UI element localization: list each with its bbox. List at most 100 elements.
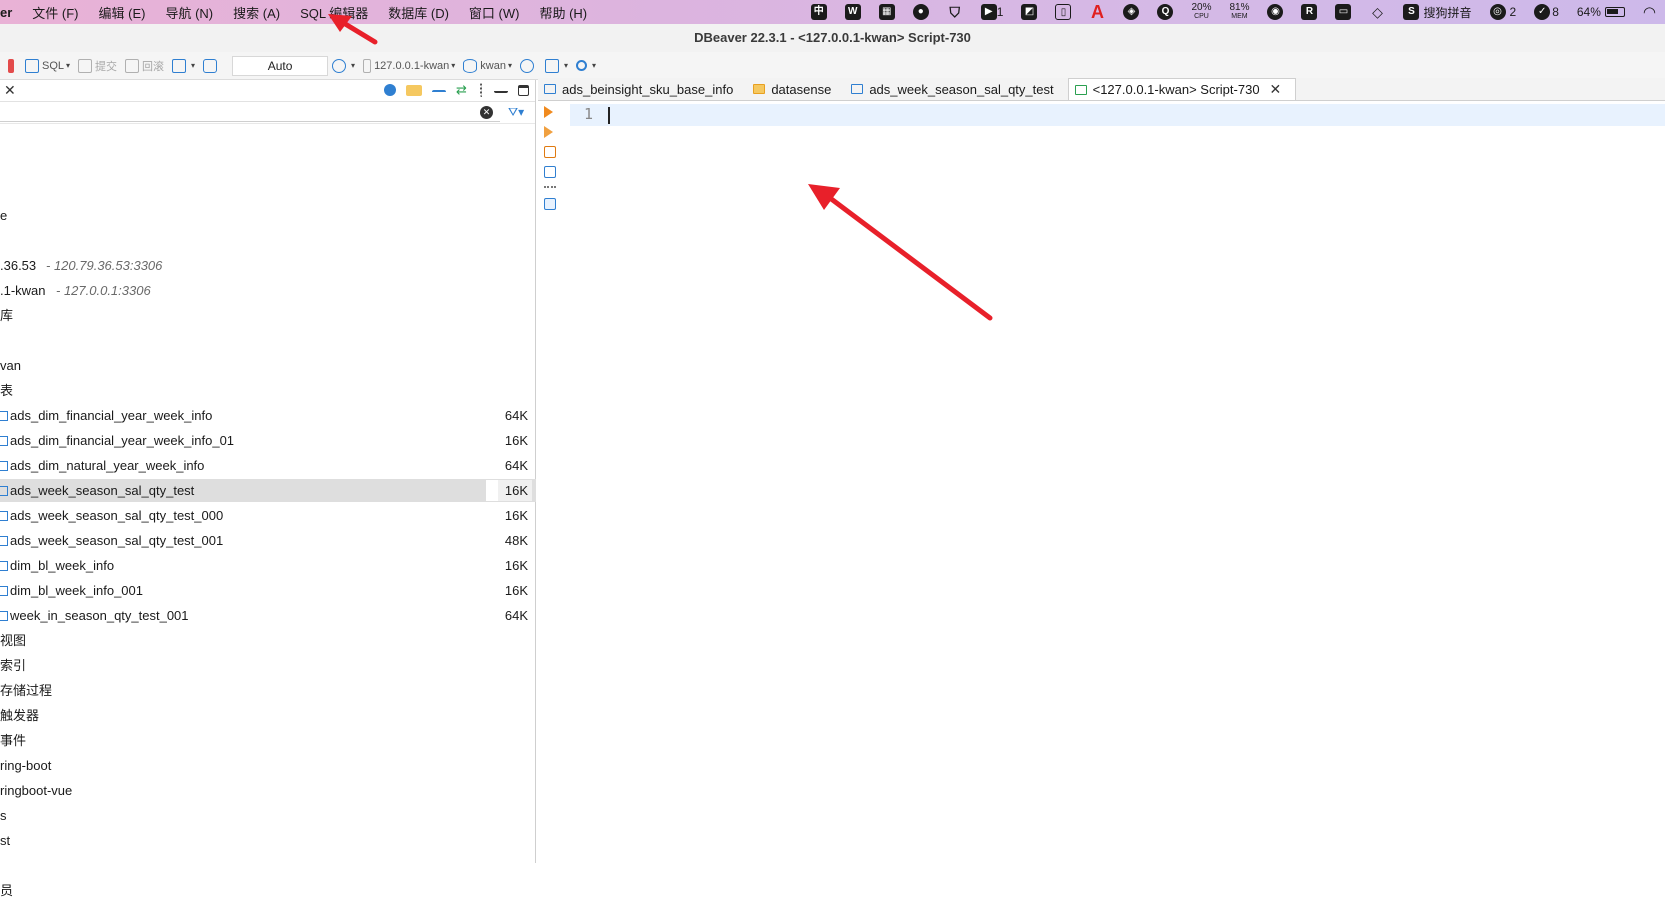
menu-sql-editor[interactable]: SQL 编辑器 (290, 3, 378, 22)
commit-button[interactable]: 提交 (78, 58, 117, 74)
search-app-icon[interactable]: Q (1157, 4, 1174, 20)
tree-item[interactable]: 事件 (0, 729, 536, 752)
terminal-icon[interactable] (544, 198, 556, 210)
lock-button[interactable] (203, 58, 220, 73)
tree-item[interactable]: e (0, 204, 536, 227)
wechat-icon[interactable]: ◎ 2 (1489, 4, 1516, 20)
layers-icon[interactable]: ◇ (1369, 4, 1385, 20)
table-row[interactable]: ads_dim_natural_year_week_info 64K (0, 454, 536, 477)
history-button[interactable]: ▾ (332, 58, 355, 73)
tasks-icon[interactable]: ✓ 8 (1534, 4, 1559, 20)
execute-script-file-icon[interactable] (544, 146, 556, 158)
filter-icon[interactable]: ⛛▾ (508, 105, 524, 120)
tree-item[interactable]: ring-boot (0, 754, 536, 777)
diagonal-app-icon[interactable]: ◩ (1021, 4, 1038, 20)
tab-ads-beinsight-sku-base-info[interactable]: ads_beinsight_sku_base_info (538, 78, 747, 100)
search-button[interactable]: ▾ (576, 60, 596, 71)
menu-window[interactable]: 窗口 (W) (459, 3, 530, 22)
wps-icon[interactable]: W (844, 4, 861, 20)
tree-item[interactable]: ringboot-vue (0, 779, 536, 802)
tab-datasense[interactable]: datasense (747, 78, 845, 100)
tree-item[interactable]: 表 (0, 379, 536, 402)
maximize-icon[interactable] (518, 84, 529, 96)
cpu-monitor[interactable]: 20% CPU (1191, 3, 1211, 21)
tree-item-label: ads_week_season_sal_qty_test (10, 483, 195, 498)
tree-item[interactable]: 触发器 (0, 704, 536, 727)
hat-icon[interactable]: ● (912, 4, 929, 20)
sql-tools-button[interactable]: ▾ (545, 58, 568, 73)
window-title: DBeaver 22.3.1 - <127.0.0.1-kwan> Script… (0, 24, 1665, 52)
navigator-filter-input[interactable] (0, 104, 500, 122)
tree-item[interactable] (0, 329, 536, 352)
database-selector[interactable]: kwan ▾ (463, 58, 512, 73)
app-status-icon-1[interactable]: 中 (810, 4, 827, 20)
tree-item[interactable] (0, 854, 536, 877)
connection-address: - 120.79.36.53:3306 (46, 258, 163, 273)
table-row[interactable]: ads_dim_financial_year_week_info 64K (0, 404, 536, 427)
tree-item[interactable]: .36.53 - 120.79.36.53:3306 (0, 254, 536, 277)
cube-icon[interactable]: ◈ (1123, 4, 1140, 20)
table-row[interactable]: ads_week_season_sal_qty_test 16K (0, 479, 536, 502)
network-monitor-icon[interactable]: ◉ (1267, 4, 1284, 20)
shield-icon[interactable]: ⛉ (947, 4, 963, 20)
new-folder-icon[interactable] (406, 84, 422, 96)
execute-statement-icon[interactable] (544, 106, 553, 118)
table-row[interactable]: ads_dim_financial_year_week_info_01 16K (0, 429, 536, 452)
minimize-icon[interactable] (494, 87, 508, 93)
tree-item[interactable]: 员 (0, 879, 536, 902)
transaction-mode-button[interactable]: ▾ (172, 58, 195, 73)
tab-script-730[interactable]: <127.0.0.1-kwan> Script-730 ✕ (1067, 78, 1297, 100)
menu-database[interactable]: 数据库 (D) (378, 3, 459, 22)
tree-item[interactable]: 视图 (0, 629, 536, 652)
menu-help[interactable]: 帮助 (H) (529, 3, 597, 22)
explain-plan-icon[interactable] (544, 166, 556, 178)
close-icon[interactable]: ✕ (4, 82, 16, 99)
table-row[interactable]: ads_week_season_sal_qty_test_001 48K (0, 529, 536, 552)
view-menu-icon[interactable] (480, 83, 484, 97)
battery-indicator[interactable]: 64% (1577, 5, 1625, 19)
close-tab-icon[interactable]: ✕ (1270, 81, 1282, 98)
tree-item[interactable]: st (0, 829, 536, 852)
tree-item[interactable]: s (0, 804, 536, 827)
table-row[interactable]: ads_week_season_sal_qty_test_000 16K (0, 504, 536, 527)
connection-selector[interactable]: 127.0.0.1-kwan ▾ (363, 58, 455, 73)
tree-item[interactable]: 库 (0, 304, 536, 327)
r-app-icon[interactable]: R (1301, 4, 1318, 20)
tab-ads-week-season-sal-qty-test[interactable]: ads_week_season_sal_qty_test (845, 78, 1067, 100)
menu-search[interactable]: 搜索 (A) (223, 3, 290, 22)
clear-filter-icon[interactable]: ✕ (480, 106, 493, 119)
disconnect-button[interactable] (8, 58, 17, 73)
editor-tabs: ads_beinsight_sku_base_info datasense ad… (538, 78, 1665, 101)
document-app-icon[interactable]: ▯ (1055, 4, 1072, 20)
app-menu[interactable]: er (0, 5, 22, 20)
menu-navigate[interactable]: 导航 (N) (155, 3, 223, 22)
table-row[interactable]: dim_bl_week_info_001 16K (0, 579, 536, 602)
dashboard-button[interactable] (520, 58, 537, 73)
mem-monitor[interactable]: 81% MEM (1229, 3, 1249, 21)
tree-item[interactable]: 索引 (0, 654, 536, 677)
collapse-all-icon[interactable] (432, 90, 446, 96)
new-connection-icon[interactable] (384, 84, 396, 96)
more-actions-icon[interactable] (544, 186, 556, 190)
menu-file[interactable]: 文件 (F) (22, 3, 88, 22)
sql-editor-button[interactable]: SQL ▾ (25, 58, 70, 73)
tree-item[interactable]: .1-kwan - 127.0.0.1:3306 (0, 279, 536, 302)
wifi-icon[interactable]: ◠ (1643, 3, 1656, 21)
grid-app-icon[interactable]: ▦ (878, 4, 895, 20)
ime-indicator[interactable]: S 搜狗拼音 (1403, 4, 1472, 21)
sql-editor[interactable]: 1 (538, 102, 1665, 863)
link-editor-icon[interactable]: ⇄ (456, 83, 470, 97)
acrobat-icon[interactable]: A (1089, 3, 1105, 21)
auto-commit-selector[interactable]: Auto (232, 55, 329, 76)
window-app-icon[interactable]: ▭ (1335, 4, 1352, 20)
tree-item[interactable]: van (0, 354, 536, 377)
rollback-button[interactable]: 回滚 (125, 58, 164, 74)
execute-script-icon[interactable] (544, 126, 553, 138)
flag-badge-icon[interactable]: ▶ 1 (980, 4, 1003, 20)
menu-edit[interactable]: 编辑 (E) (89, 3, 156, 22)
table-row[interactable]: week_in_season_qty_test_001 64K (0, 604, 536, 627)
table-row[interactable]: dim_bl_week_info 16K (0, 554, 536, 577)
tree-item[interactable] (0, 229, 536, 252)
tree-item[interactable]: 存储过程 (0, 679, 536, 702)
navigator-filter: ✕ ⛛▾ (0, 102, 535, 124)
